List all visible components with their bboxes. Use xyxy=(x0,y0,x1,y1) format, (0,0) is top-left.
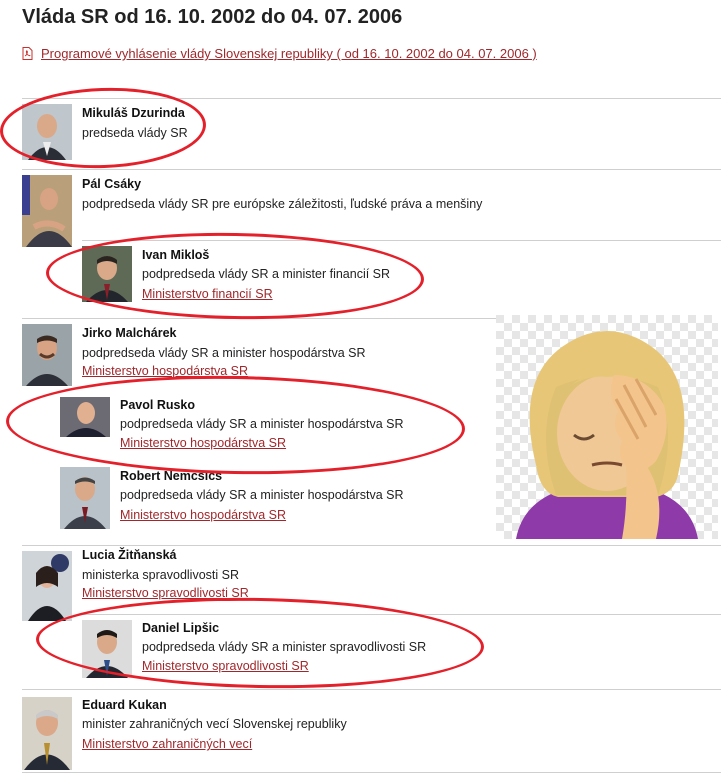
member-role: podpredseda vlády SR pre európske záleži… xyxy=(82,197,483,211)
ministry-link[interactable]: Ministerstvo hospodárstva SR xyxy=(82,364,248,378)
pdf-icon xyxy=(22,47,33,60)
divider xyxy=(82,240,721,241)
facepalm-emoji xyxy=(496,315,718,539)
member-role: podpredseda vlády SR a minister hospodár… xyxy=(120,488,404,502)
member-role: podpredseda vlády SR a minister hospodár… xyxy=(120,417,404,431)
divider xyxy=(22,689,721,690)
program-link[interactable]: Programové vyhlásenie vlády Slovenskej r… xyxy=(41,46,537,61)
divider xyxy=(22,545,721,546)
member-photo xyxy=(82,620,132,678)
member-name: Pavol Rusko xyxy=(120,398,196,412)
member-name: Daniel Lipšic xyxy=(142,621,220,635)
member-role: ministerka spravodlivosti SR xyxy=(82,568,239,582)
member-name: Mikuláš Dzurinda xyxy=(82,106,185,120)
member-photo xyxy=(82,246,132,302)
ministry-link[interactable]: Ministerstvo hospodárstva SR xyxy=(120,436,286,450)
divider xyxy=(22,772,721,773)
member-photo xyxy=(22,104,72,160)
member-name: Jirko Malchárek xyxy=(82,326,177,340)
divider xyxy=(22,169,721,170)
member-name: Pál Csáky xyxy=(82,177,142,191)
ministry-link[interactable]: Ministerstvo spravodlivosti SR xyxy=(82,586,249,600)
member-name: Ivan Mikloš xyxy=(142,248,210,262)
member-name: Lucia Žitňanská xyxy=(82,548,177,562)
member-name: Robert Nemcsics xyxy=(120,469,223,483)
member-role: podpredseda vlády SR a minister financií… xyxy=(142,267,391,281)
member-photo xyxy=(60,467,110,529)
divider xyxy=(22,318,498,319)
divider xyxy=(22,98,721,99)
member-photo xyxy=(22,551,72,621)
divider xyxy=(82,614,721,615)
ministry-link[interactable]: Ministerstvo zahraničných vecí xyxy=(82,737,252,751)
member-role: podpredseda vlády SR a minister spravodl… xyxy=(142,640,427,654)
ministry-link[interactable]: Ministerstvo spravodlivosti SR xyxy=(142,659,309,673)
page-title: Vláda SR od 16. 10. 2002 do 04. 07. 2006 xyxy=(22,6,403,28)
member-photo xyxy=(22,175,72,247)
member-photo xyxy=(22,697,72,770)
member-role: podpredseda vlády SR a minister hospodár… xyxy=(82,346,366,360)
member-name: Eduard Kukan xyxy=(82,698,167,712)
member-role: minister zahraničných vecí Slovenskej re… xyxy=(82,717,347,731)
member-role: predseda vlády SR xyxy=(82,126,188,140)
member-photo xyxy=(22,324,72,386)
ministry-link[interactable]: Ministerstvo hospodárstva SR xyxy=(120,508,286,522)
program-link-row[interactable]: Programové vyhlásenie vlády Slovenskej r… xyxy=(22,46,537,61)
ministry-link[interactable]: Ministerstvo financií SR xyxy=(142,287,273,301)
member-photo xyxy=(60,397,110,437)
